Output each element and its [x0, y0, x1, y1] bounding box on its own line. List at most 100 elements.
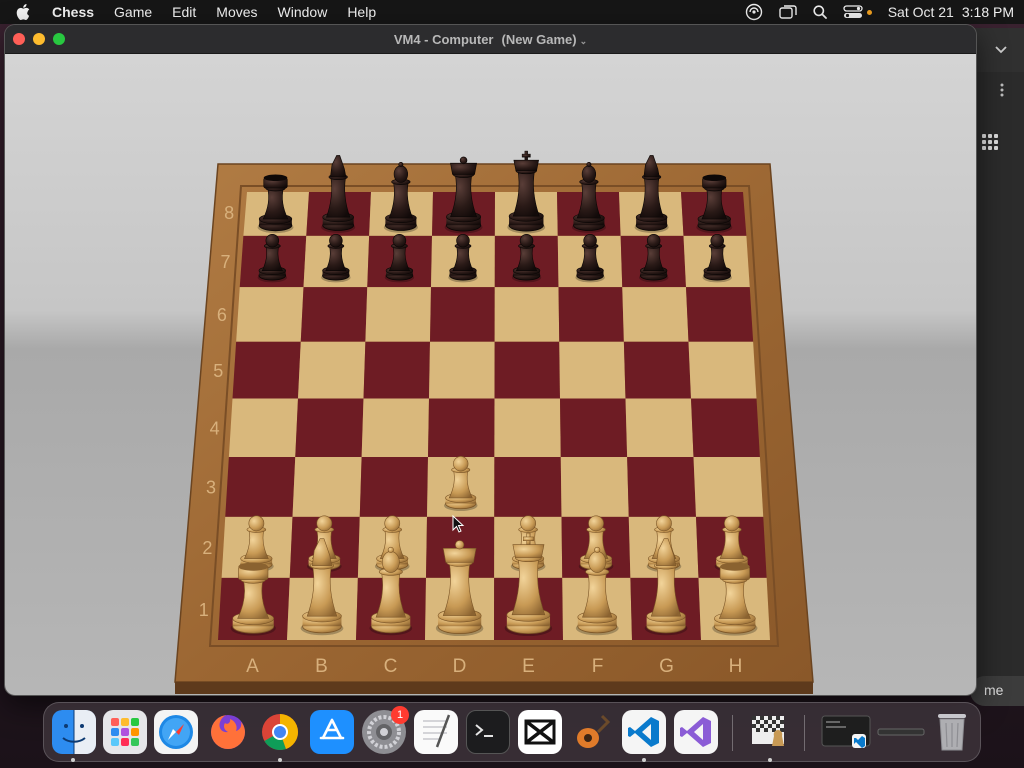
window-title-text: VM4 - Computer — [393, 31, 494, 47]
file-label-a: A — [246, 656, 259, 677]
rank-label-6: 6 — [217, 305, 227, 325]
menu-game[interactable]: Game — [114, 4, 152, 20]
mic-indicator-dot — [866, 9, 872, 15]
apps-grid-icon[interactable] — [982, 134, 998, 155]
board-frame-edge — [175, 682, 813, 694]
menu-edit[interactable]: Edit — [172, 4, 196, 20]
square-e5[interactable] — [494, 341, 561, 399]
square-h4[interactable] — [691, 398, 760, 457]
square-h6[interactable] — [686, 287, 754, 342]
minimized-window-icon[interactable] — [876, 710, 926, 754]
background-window-button[interactable]: me — [970, 676, 1024, 706]
square-a3[interactable] — [225, 456, 296, 517]
chess-window: VM4 - Computer (New Game) ⌄ A B C D E F … — [5, 25, 976, 695]
menu-window[interactable]: Window — [278, 4, 328, 20]
window-subtitle[interactable]: (New Game) — [501, 32, 576, 47]
chess-scene[interactable]: A B C D E F G H 1 2 3 4 5 6 7 8 — [5, 54, 976, 695]
visual-studio-icon[interactable] — [674, 710, 718, 754]
file-label-b: B — [315, 656, 328, 677]
file-label-e: E — [522, 656, 535, 677]
square-h3[interactable] — [693, 456, 764, 517]
square-h5[interactable] — [688, 341, 757, 399]
rank-label-3: 3 — [206, 478, 216, 498]
square-g6[interactable] — [622, 287, 689, 342]
square-b5[interactable] — [298, 341, 366, 399]
app-store-icon[interactable] — [310, 710, 354, 754]
square-b6[interactable] — [300, 287, 368, 342]
finder-running-dot — [71, 758, 75, 762]
terminal-icon[interactable] — [466, 710, 510, 754]
chevron-down-icon[interactable]: ⌄ — [580, 36, 588, 46]
menu-moves[interactable]: Moves — [216, 4, 257, 20]
window-title-bar[interactable]: VM4 - Computer (New Game) ⌄ — [5, 25, 976, 54]
window-title: VM4 - Computer (New Game) ⌄ — [5, 32, 976, 47]
capcut-icon[interactable] — [518, 710, 562, 754]
menu-bar: Chess Game Edit Moves Window Help Sat Oc… — [0, 0, 1024, 24]
dock-separator — [804, 715, 805, 751]
file-label-c: C — [384, 656, 398, 677]
vscode-icon[interactable] — [622, 710, 666, 754]
file-label-h: H — [729, 656, 743, 677]
spotlight-search-icon[interactable] — [813, 5, 827, 19]
square-d4[interactable] — [428, 398, 495, 457]
rank-label-7: 7 — [221, 252, 231, 272]
textedit-icon[interactable] — [414, 710, 458, 754]
square-d6[interactable] — [430, 287, 495, 342]
chess-running-dot — [768, 758, 772, 762]
chess-board-view[interactable]: A B C D E F G H 1 2 3 4 5 6 7 8 — [5, 54, 976, 695]
square-g4[interactable] — [625, 398, 694, 457]
settings-notification-badge: 1 — [391, 706, 409, 724]
firefox-icon[interactable] — [206, 710, 250, 754]
menu-help[interactable]: Help — [347, 4, 376, 20]
square-b3[interactable] — [292, 456, 362, 517]
chrome-icon[interactable] — [258, 710, 302, 754]
rank-label-1: 1 — [199, 600, 209, 620]
vscode-running-dot — [642, 758, 646, 762]
apple-menu-icon[interactable] — [16, 4, 32, 20]
square-b4[interactable] — [295, 398, 364, 457]
rank-label-4: 4 — [210, 419, 220, 439]
square-a4[interactable] — [228, 398, 298, 457]
trash-icon[interactable] — [930, 710, 974, 754]
square-f5[interactable] — [559, 341, 626, 399]
control-center-icon[interactable] — [843, 5, 863, 19]
chrome-running-dot — [278, 758, 282, 762]
chevron-down-icon[interactable] — [994, 42, 1008, 60]
square-f4[interactable] — [560, 398, 628, 457]
menu-date[interactable]: Sat Oct 21 — [888, 4, 954, 20]
file-label-f: F — [592, 656, 604, 677]
dock-separator — [732, 715, 733, 751]
square-c5[interactable] — [363, 341, 431, 399]
chess-icon[interactable] — [748, 710, 792, 754]
window-stack-icon[interactable] — [779, 4, 797, 20]
more-options-icon[interactable] — [1000, 83, 1004, 102]
square-g5[interactable] — [623, 341, 691, 399]
square-c6[interactable] — [365, 287, 431, 342]
square-f6[interactable] — [558, 287, 624, 342]
finder-icon[interactable] — [52, 710, 96, 754]
square-f3[interactable] — [560, 456, 629, 517]
rank-label-2: 2 — [202, 538, 212, 558]
square-c4[interactable] — [361, 398, 429, 457]
file-label-d: D — [453, 656, 467, 677]
safari-icon[interactable] — [154, 710, 198, 754]
square-g3[interactable] — [627, 456, 696, 517]
menu-time[interactable]: 3:18 PM — [962, 4, 1014, 20]
square-d5[interactable] — [429, 341, 495, 399]
square-a6[interactable] — [236, 287, 304, 342]
background-window-button-label: me — [984, 682, 1004, 698]
square-a5[interactable] — [232, 341, 301, 399]
square-e6[interactable] — [494, 287, 560, 342]
screen-share-icon[interactable] — [745, 3, 763, 21]
menu-app-name[interactable]: Chess — [52, 4, 94, 20]
garageband-icon[interactable] — [570, 710, 614, 754]
board-squares[interactable] — [218, 192, 770, 640]
launchpad-icon[interactable] — [103, 710, 147, 754]
square-e3[interactable] — [494, 456, 562, 517]
square-c3[interactable] — [359, 456, 428, 517]
square-e4[interactable] — [494, 398, 561, 457]
rank-label-5: 5 — [213, 361, 223, 381]
rank-label-8: 8 — [224, 203, 234, 223]
window-preview-icon[interactable] — [820, 710, 872, 754]
file-label-g: G — [659, 656, 674, 677]
